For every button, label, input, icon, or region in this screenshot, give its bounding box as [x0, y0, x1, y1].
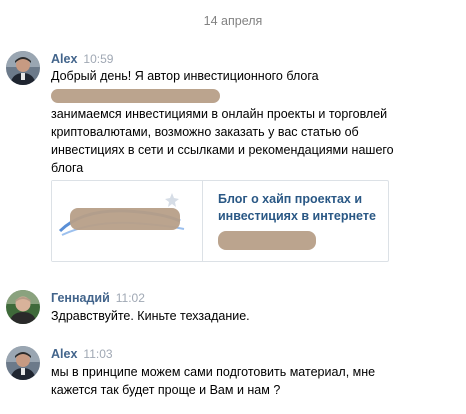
message-text: мы в принципе можем сами подготовить мат…	[51, 363, 451, 399]
message-line: занимаемся инвестициями в онлайн проекты…	[51, 107, 388, 121]
message-time[interactable]: 11:02	[116, 291, 145, 305]
message-time[interactable]: 10:59	[83, 52, 113, 66]
message-line: блога	[51, 161, 84, 175]
message-header: Геннадий 11:02	[51, 290, 145, 306]
avatar[interactable]	[6, 346, 40, 380]
message-text: Добрый день! Я автор инвестиционного бло…	[51, 67, 451, 85]
avatar[interactable]	[6, 51, 40, 85]
message-header: Alex 10:59	[51, 51, 113, 67]
author-name[interactable]: Alex	[51, 52, 77, 66]
date-separator: 14 апреля	[203, 14, 263, 28]
user-photo-icon	[6, 290, 40, 324]
message-line: кажется так будет проще и Вам и нам ?	[51, 383, 281, 397]
chat-history: 14 апреля Alex 10:59 Добрый день! Я автор…	[0, 0, 466, 414]
message-text: Здравствуйте. Киньте техзадание.	[51, 307, 451, 325]
author-name[interactable]: Alex	[51, 347, 77, 361]
author-name[interactable]: Геннадий	[51, 291, 110, 305]
message-line: Здравствуйте. Киньте техзадание.	[51, 309, 250, 323]
message-time[interactable]: 11:03	[83, 347, 112, 361]
message-line: криптовалютами, возможно заказать у вас …	[51, 125, 359, 139]
message-line: инвестициях в сети и ссылками и рекоменд…	[51, 143, 394, 157]
avatar[interactable]	[6, 290, 40, 324]
redacted-link-url	[218, 231, 316, 250]
redacted-logo-text	[70, 208, 180, 230]
redacted-link	[51, 89, 220, 103]
message-header: Alex 11:03	[51, 346, 113, 362]
link-title[interactable]: Блог о хайп проектах и инвестициях в инт…	[218, 191, 382, 225]
user-photo-icon	[6, 346, 40, 380]
link-thumbnail[interactable]	[52, 181, 203, 261]
link-attachment[interactable]: Блог о хайп проектах и инвестициях в инт…	[51, 180, 389, 262]
message-line: Добрый день! Я автор инвестиционного бло…	[51, 69, 319, 83]
user-photo-icon	[6, 51, 40, 85]
message-text: занимаемся инвестициями в онлайн проекты…	[51, 105, 451, 177]
message-line: мы в принципе можем сами подготовить мат…	[51, 365, 376, 379]
